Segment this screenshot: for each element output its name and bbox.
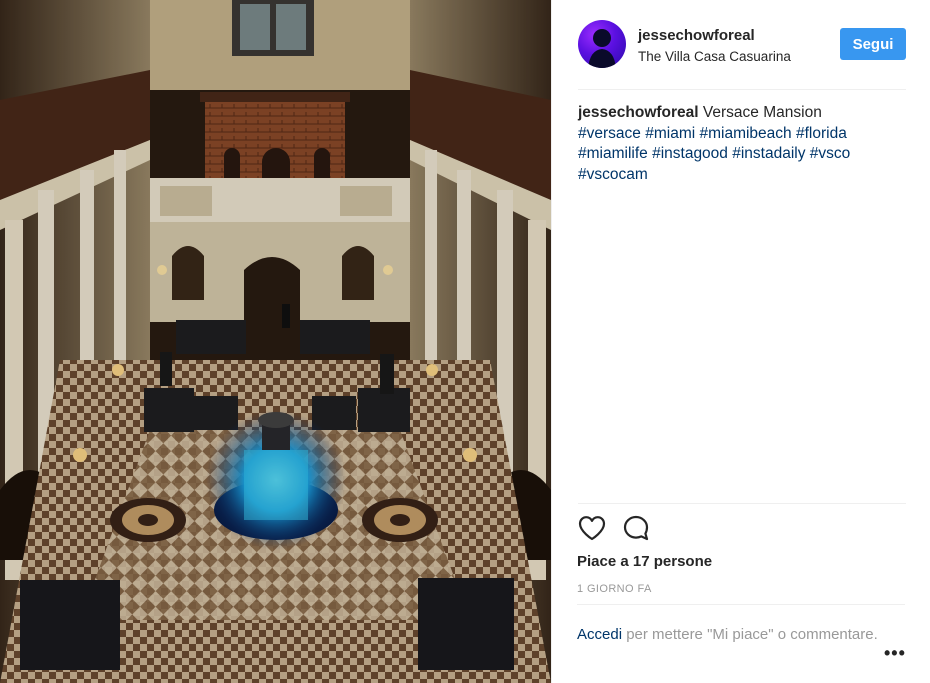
instagram-post: jessechowforeal The Villa Casa Casuarina… bbox=[0, 0, 930, 683]
courtyard-photo-illustration bbox=[0, 0, 551, 683]
actions-divider bbox=[578, 503, 906, 504]
avatar-silhouette-icon bbox=[588, 29, 616, 68]
comment-bubble-icon[interactable] bbox=[621, 513, 651, 543]
hashtag[interactable]: #miamilife bbox=[578, 145, 648, 162]
more-options-button[interactable]: ••• bbox=[884, 643, 906, 664]
post-caption: jessechowforeal Versace Mansion #versace… bbox=[578, 103, 898, 185]
likes-count[interactable]: Piace a 17 persone bbox=[577, 553, 712, 570]
login-link[interactable]: Accedi bbox=[577, 626, 622, 643]
hashtag[interactable]: #instagood bbox=[652, 145, 728, 162]
post-header: jessechowforeal The Villa Casa Casuarina… bbox=[578, 20, 906, 90]
hashtag[interactable]: #vscocam bbox=[578, 166, 648, 183]
post-photo[interactable] bbox=[0, 0, 551, 683]
login-prompt: Accedi per mettere "Mi piace" o commenta… bbox=[577, 604, 905, 645]
username[interactable]: jessechowforeal bbox=[638, 27, 755, 44]
hashtag[interactable]: #instadaily bbox=[732, 145, 805, 162]
caption-text: Versace Mansion bbox=[702, 104, 822, 121]
location[interactable]: The Villa Casa Casuarina bbox=[638, 49, 791, 64]
hashtag[interactable]: #miamibeach bbox=[699, 125, 791, 142]
hashtag[interactable]: #miami bbox=[645, 125, 695, 142]
heart-outline-icon[interactable] bbox=[577, 513, 607, 543]
follow-button[interactable]: Segui bbox=[840, 28, 906, 60]
post-side-panel: jessechowforeal The Villa Casa Casuarina… bbox=[551, 0, 930, 683]
hashtag[interactable]: #versace bbox=[578, 125, 641, 142]
login-prompt-text: per mettere "Mi piace" o commentare. bbox=[626, 626, 878, 643]
post-timestamp[interactable]: 1 GIORNO FA bbox=[577, 583, 652, 595]
avatar[interactable] bbox=[578, 20, 626, 68]
hashtag[interactable]: #florida bbox=[796, 125, 847, 142]
caption-username[interactable]: jessechowforeal bbox=[578, 104, 699, 121]
hashtag[interactable]: #vsco bbox=[810, 145, 851, 162]
